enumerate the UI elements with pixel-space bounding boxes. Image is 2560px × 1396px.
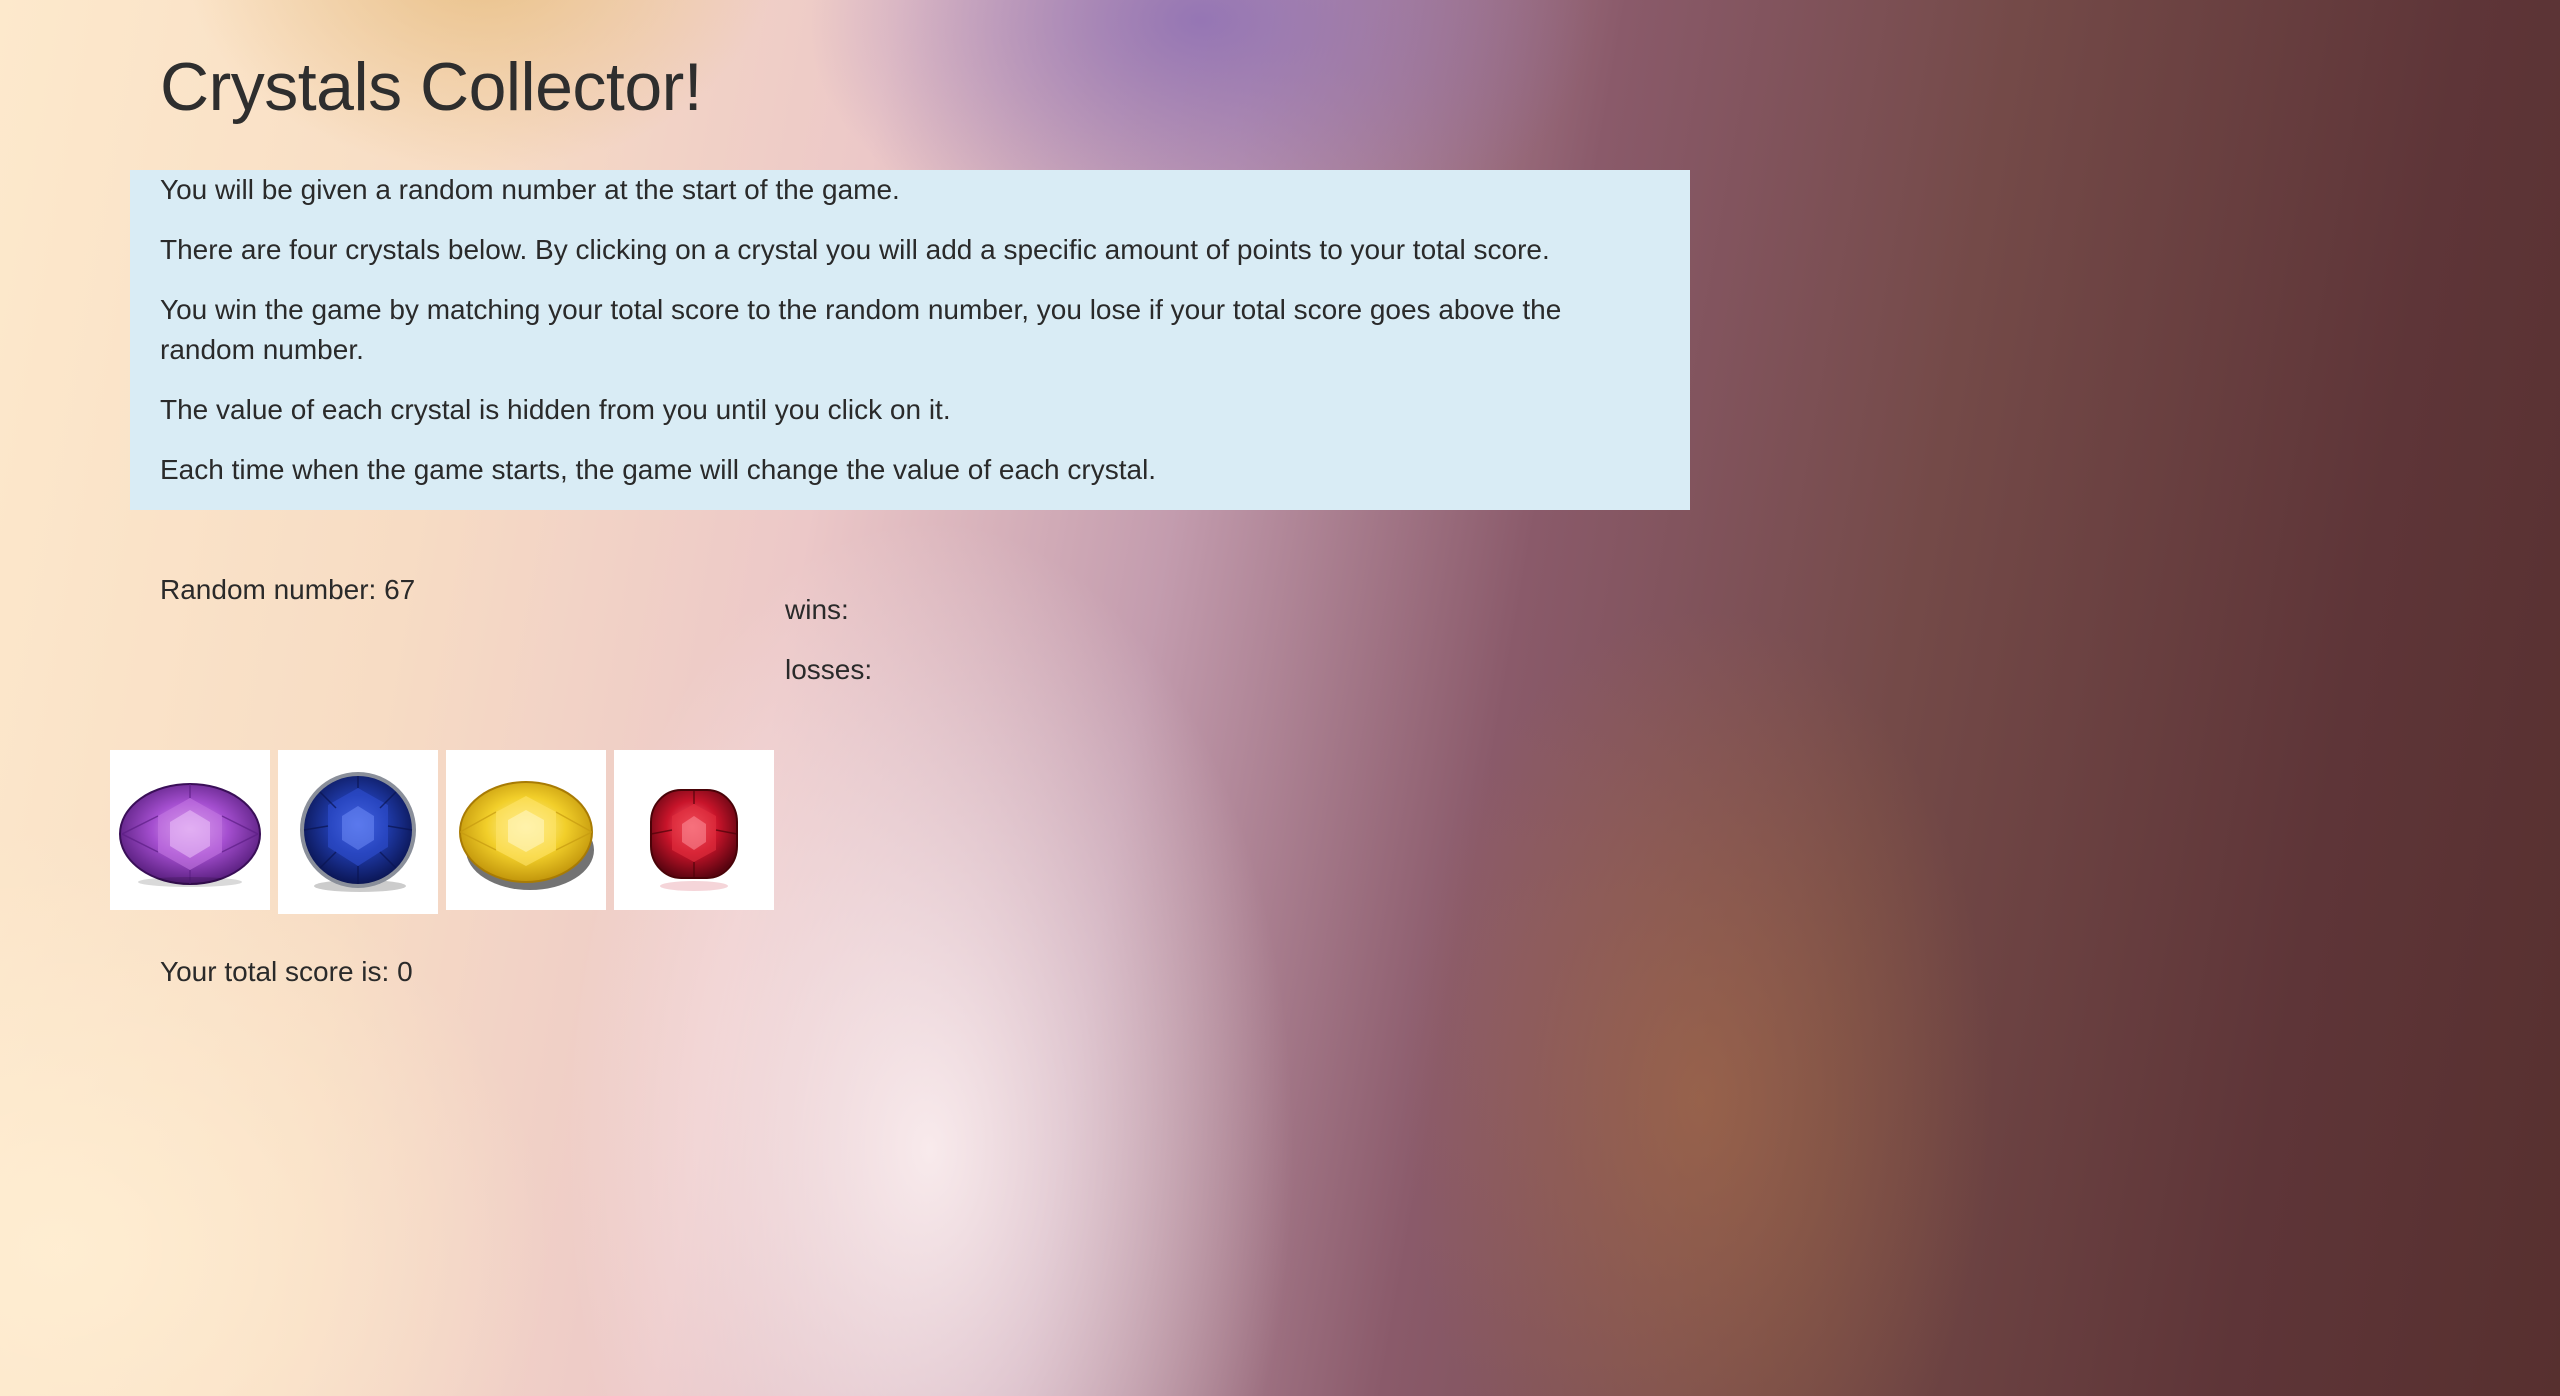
total-score: Your total score is: 0 [160,956,413,987]
instruction-line: There are four crystals below. By clicki… [160,234,1550,265]
red-ruby-crystal-icon [650,789,738,891]
crystal-button-blue[interactable] [278,750,438,914]
crystal-button-yellow[interactable] [446,750,606,910]
random-number: Random number: 67 [160,574,416,605]
crystal-button-purple[interactable] [110,750,270,910]
instruction-line: You will be given a random number at the… [160,174,900,205]
wins-counter: wins: [785,594,849,625]
page-title: Crystals Collector! [160,49,703,125]
purple-amethyst-crystal-icon [119,783,261,887]
instruction-line: The value of each crystal is hidden from… [160,394,951,425]
losses-counter: losses: [785,654,873,685]
crystal-button-red[interactable] [614,750,774,910]
yellow-citrine-crystal-icon [459,781,594,890]
blue-sapphire-crystal-icon [300,772,416,892]
crystal-row [110,750,774,914]
instruction-line: Each time when the game starts, the game… [160,454,1157,485]
instruction-line: You win the game by matching your total … [160,294,1562,365]
instructions-panel: You will be given a random number at the… [130,170,1690,510]
